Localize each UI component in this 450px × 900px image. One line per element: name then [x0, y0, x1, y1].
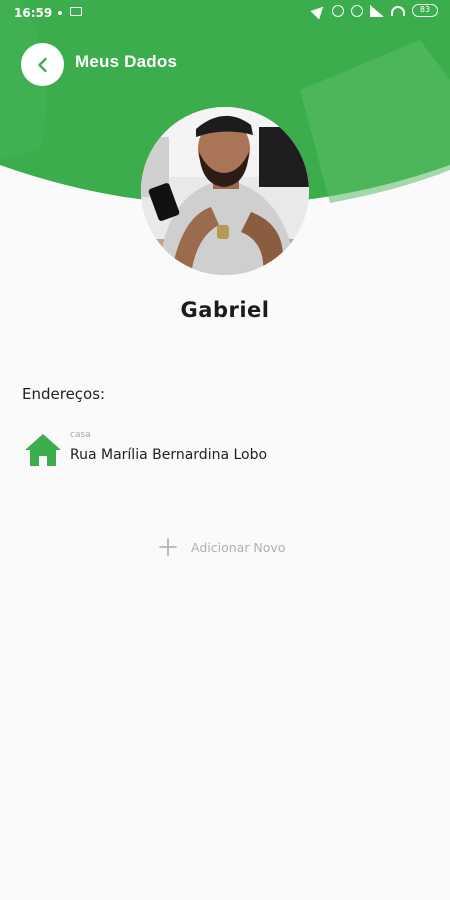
address-street: Rua Marília Bernardina Lobo: [70, 447, 268, 463]
back-button[interactable]: [21, 43, 64, 86]
profile-photo: [141, 107, 309, 275]
add-new-label: Adicionar Novo: [191, 539, 286, 555]
avatar[interactable]: [141, 107, 309, 275]
add-new-address-button[interactable]: Adicionar Novo: [158, 535, 285, 559]
battery-icon: 83: [412, 4, 438, 17]
status-icons: 83: [310, 2, 438, 19]
monitor-icon: [70, 7, 82, 16]
navigation-icon: [310, 2, 328, 19]
address-type: casa: [70, 430, 91, 440]
user-name: Gabriel: [180, 298, 270, 322]
address-item[interactable]: casa Rua Marília Bernardina Lobo: [24, 430, 424, 475]
addresses-heading: Endereços:: [22, 385, 106, 403]
plus-icon: [159, 538, 177, 556]
alarm-icon: [351, 4, 363, 17]
home-icon: [25, 434, 61, 466]
wifi-icon: [391, 5, 405, 16]
dot-indicator-icon: [58, 11, 62, 15]
status-bar: 16:59 83: [0, 0, 450, 28]
signal-icon: [370, 4, 384, 17]
sync-off-icon: [332, 4, 344, 17]
page-title: Meus Dados: [75, 52, 178, 71]
chevron-left-icon: [37, 57, 47, 72]
status-time: 16:59: [14, 6, 53, 20]
